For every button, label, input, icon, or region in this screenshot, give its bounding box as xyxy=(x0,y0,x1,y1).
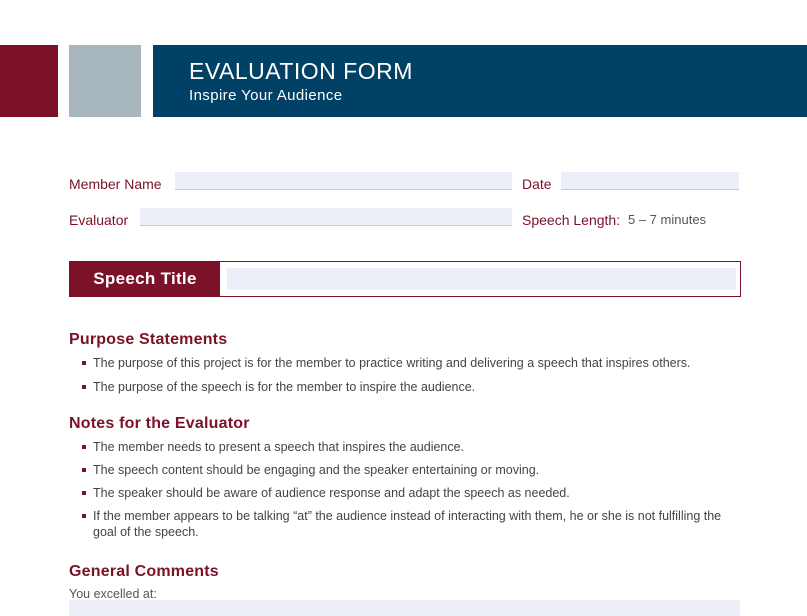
purpose-list: The purpose of this project is for the m… xyxy=(82,355,747,395)
list-item: The member needs to present a speech tha… xyxy=(82,439,747,455)
header-banner: EVALUATION FORM Inspire Your Audience xyxy=(153,45,807,117)
excelled-label: You excelled at: xyxy=(69,587,157,601)
excelled-comment-field[interactable] xyxy=(69,600,740,616)
decorative-block-maroon xyxy=(0,45,58,117)
speech-title-field[interactable] xyxy=(227,268,736,290)
notes-heading: Notes for the Evaluator xyxy=(69,415,250,432)
notes-list: The member needs to present a speech tha… xyxy=(82,439,747,540)
decorative-block-gray xyxy=(69,45,141,117)
list-item: The purpose of this project is for the m… xyxy=(82,355,747,371)
date-label: Date xyxy=(522,176,552,192)
list-item: The speech content should be engaging an… xyxy=(82,462,747,478)
evaluator-label: Evaluator xyxy=(69,212,129,228)
list-item: The speaker should be aware of audience … xyxy=(82,485,747,501)
list-item: If the member appears to be talking “at”… xyxy=(82,508,747,540)
general-comments-heading: General Comments xyxy=(69,563,219,580)
speech-length-label: Speech Length: xyxy=(522,212,621,228)
member-name-label: Member Name xyxy=(69,176,162,192)
purpose-heading: Purpose Statements xyxy=(69,331,228,348)
evaluator-field[interactable] xyxy=(140,208,512,226)
date-field[interactable] xyxy=(561,172,739,190)
speech-title-label: Speech Title xyxy=(70,262,220,296)
speech-title-row: Speech Title xyxy=(69,261,741,297)
list-item: The purpose of the speech is for the mem… xyxy=(82,379,747,395)
speech-length-value: 5 – 7 minutes xyxy=(628,212,707,227)
member-name-field[interactable] xyxy=(175,172,512,190)
form-title: EVALUATION FORM xyxy=(189,58,413,84)
form-subtitle: Inspire Your Audience xyxy=(189,87,343,104)
